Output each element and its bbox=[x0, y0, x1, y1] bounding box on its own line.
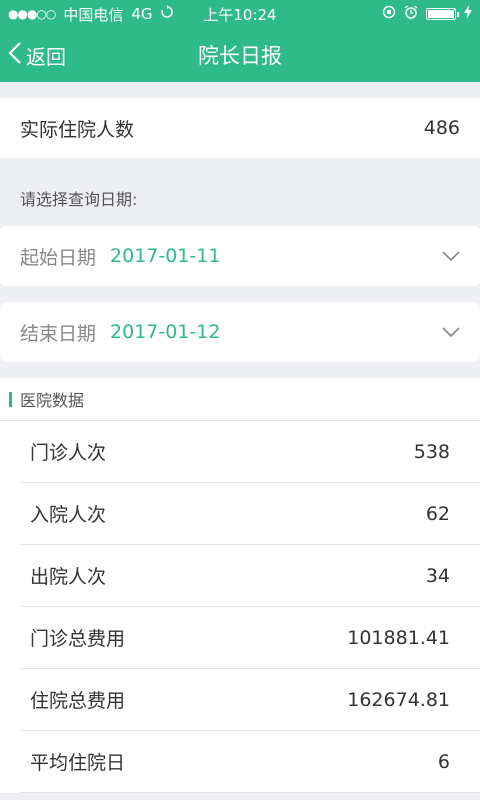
chevron-left-icon bbox=[8, 41, 26, 70]
list-item-value: 6 bbox=[437, 750, 450, 773]
section-accent-bar bbox=[9, 391, 12, 407]
end-date-value: 2017-01-12 bbox=[110, 321, 221, 343]
list-item-label: 门诊人次 bbox=[30, 442, 107, 464]
chevron-down-icon bbox=[442, 251, 460, 261]
carrier-name: 中国电信 bbox=[63, 5, 124, 24]
list-item-value: 62 bbox=[425, 502, 450, 525]
inpatient-count-card: 实际住院人数 486 bbox=[0, 98, 480, 158]
status-bar: ●●●○○ 中国电信 4G 上午10:24 bbox=[0, 0, 480, 28]
list-item-value: 34 bbox=[425, 564, 450, 587]
list-item-value: 101881.41 bbox=[347, 626, 450, 649]
start-date-label: 起始日期 bbox=[20, 246, 97, 269]
start-date-picker[interactable]: 起始日期 2017-01-11 bbox=[0, 226, 480, 286]
end-date-picker[interactable]: 结束日期 2017-01-12 bbox=[0, 302, 480, 362]
inpatient-count-value: 486 bbox=[423, 117, 460, 139]
navigation-bar: 返回 院长日报 bbox=[0, 28, 480, 82]
list-item-label: 平均住院日 bbox=[30, 752, 126, 774]
app-screen: ●●●○○ 中国电信 4G 上午10:24 返回 院长日报 实际住院人数 486… bbox=[0, 0, 480, 800]
orientation-lock-icon bbox=[382, 5, 396, 23]
status-right bbox=[382, 5, 472, 23]
date-hint: 请选择查询日期: bbox=[20, 190, 138, 209]
list-item-inpatient-total-cost: 住院总费用 162674.81 bbox=[20, 669, 480, 731]
header: ●●●○○ 中国电信 4G 上午10:24 返回 院长日报 bbox=[0, 0, 480, 82]
list-item-label: 出院人次 bbox=[30, 566, 107, 588]
sync-icon bbox=[160, 5, 173, 23]
list-item-value: 538 bbox=[413, 440, 450, 463]
start-date-value: 2017-01-11 bbox=[110, 245, 221, 267]
list-item-label: 门诊总费用 bbox=[30, 628, 126, 650]
list-item-outpatient-visits: 门诊人次 538 bbox=[20, 421, 480, 483]
list-item-label: 入院人次 bbox=[30, 504, 107, 526]
list-item-discharges: 出院人次 34 bbox=[20, 545, 480, 607]
battery-icon bbox=[426, 8, 459, 20]
end-date-label: 结束日期 bbox=[20, 322, 97, 345]
list-item-admissions: 入院人次 62 bbox=[20, 483, 480, 545]
list-item-outpatient-total-cost: 门诊总费用 101881.41 bbox=[20, 607, 480, 669]
back-button[interactable]: 返回 bbox=[8, 35, 66, 75]
hospital-data-section-header: 医院数据 bbox=[0, 378, 480, 421]
list-item-label: 住院总费用 bbox=[30, 690, 126, 712]
network-type: 4G bbox=[131, 5, 153, 23]
list-item-average-stay: 平均住院日 6 bbox=[20, 731, 480, 793]
alarm-icon bbox=[404, 5, 418, 23]
page-title: 院长日报 bbox=[198, 44, 282, 68]
back-label: 返回 bbox=[26, 44, 66, 69]
status-left: ●●●○○ 中国电信 4G bbox=[8, 4, 173, 25]
charging-icon bbox=[464, 5, 472, 23]
inpatient-count-label: 实际住院人数 bbox=[20, 118, 135, 141]
list-item-value: 162674.81 bbox=[347, 688, 450, 711]
chevron-down-icon bbox=[442, 327, 460, 337]
signal-strength-icon: ●●●○○ bbox=[8, 7, 56, 21]
hospital-data-list: 门诊人次 538 入院人次 62 出院人次 34 门诊总费用 101881.41… bbox=[0, 421, 480, 793]
section-title: 医院数据 bbox=[20, 391, 85, 410]
